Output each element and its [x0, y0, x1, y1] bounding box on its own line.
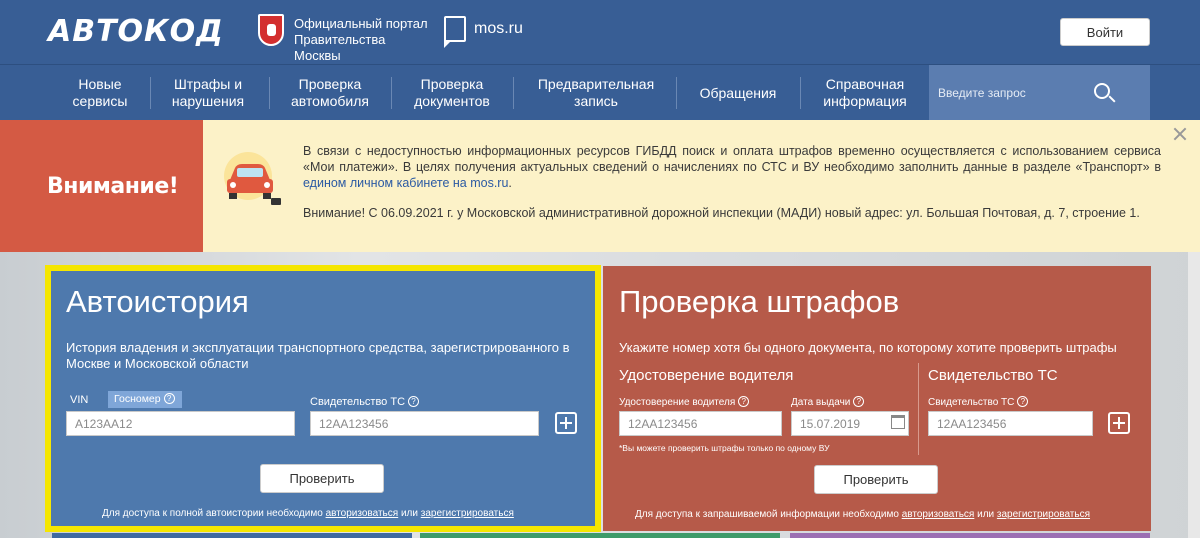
fines-footer-or: или — [977, 509, 995, 520]
license-label-text: Удостоверение водителя — [619, 397, 736, 408]
nav-divider — [676, 77, 677, 109]
page-scrollbar[interactable] — [1188, 252, 1200, 538]
help-icon[interactable]: ? — [1017, 396, 1029, 407]
nav-fines[interactable]: Штрафы и нарушения — [160, 75, 256, 111]
nav-document-check[interactable]: Проверка документов — [402, 75, 502, 111]
autohistory-description: История владения и эксплуатации транспор… — [66, 340, 570, 371]
date-label: Дата выдачи? — [791, 396, 865, 408]
help-icon[interactable]: ? — [853, 396, 865, 407]
nav-divider — [513, 77, 514, 109]
nav-divider — [391, 77, 392, 109]
add-document-button[interactable] — [1108, 412, 1130, 434]
nav-appointment[interactable]: Предварительная запись — [526, 75, 666, 111]
help-icon[interactable]: ? — [738, 396, 750, 407]
help-icon[interactable]: ? — [163, 393, 175, 404]
autokod-logo[interactable]: АВТОКОД — [48, 14, 224, 49]
nav-divider — [269, 77, 270, 109]
bottom-card-edge — [420, 533, 780, 538]
nav-reference[interactable]: Справочная информация — [812, 75, 918, 111]
alert-paragraph-2: Внимание! С 06.09.2021 г. у Московской а… — [303, 206, 1140, 220]
sts-input[interactable] — [310, 411, 539, 436]
alert-title: Внимание! — [47, 174, 179, 199]
autohistory-footer: Для доступа к полной автоистории необход… — [102, 508, 514, 519]
fines-sts-label-text: Свидетельство ТС — [928, 397, 1015, 408]
register-link[interactable]: зарегистрироваться — [997, 509, 1090, 520]
nav-car-check[interactable]: Проверка автомобиля — [280, 75, 380, 111]
alert-paragraph-1-text: В связи с недоступностью информационных … — [303, 144, 1161, 174]
add-document-button[interactable] — [555, 412, 577, 434]
help-icon[interactable]: ? — [408, 396, 420, 407]
tab-vin[interactable]: VIN — [70, 394, 88, 406]
portal-caption[interactable]: Официальный портал Правительства Москвы — [294, 16, 434, 64]
search-icon[interactable] — [1094, 83, 1110, 99]
sts-label-text: Свидетельство ТС — [310, 396, 406, 408]
license-input[interactable] — [619, 411, 782, 436]
nav-divider — [150, 77, 151, 109]
section-divider — [918, 363, 919, 455]
autohistory-footer-or: или — [400, 508, 418, 519]
alert-paragraph-1-end: . — [508, 176, 512, 190]
sts-label: Свидетельство ТС? — [310, 396, 420, 408]
login-link[interactable]: авторизоваться — [902, 509, 975, 520]
broken-car-icon — [224, 152, 281, 205]
fines-description: Укажите номер хотя бы одного документа, … — [619, 340, 1117, 355]
license-label: Удостоверение водителя? — [619, 396, 750, 408]
sts-heading: Свидетельство ТС — [928, 367, 1058, 384]
nav-new-services[interactable]: Новые сервисы — [60, 75, 140, 111]
tab-gosnomer[interactable]: Госномер? — [108, 391, 182, 408]
fines-sts-input[interactable] — [928, 411, 1093, 436]
search-box — [929, 65, 1150, 121]
mos-chat-icon[interactable] — [444, 16, 466, 48]
main-navigation: Новые сервисы Штрафы и нарушения Проверк… — [0, 64, 1200, 121]
bottom-card-edge — [790, 533, 1150, 538]
autohistory-check-button[interactable]: Проверить — [260, 464, 384, 493]
login-button[interactable]: Войти — [1060, 18, 1150, 46]
search-input[interactable] — [929, 65, 1099, 121]
login-link[interactable]: авторизоваться — [326, 508, 399, 519]
tab-gosnomer-label: Госномер — [114, 393, 161, 405]
fines-sts-label: Свидетельство ТС? — [928, 396, 1029, 408]
gosnomer-input[interactable] — [66, 411, 295, 436]
mos-account-link[interactable]: едином личном кабинете на mos.ru — [303, 176, 508, 190]
calendar-icon[interactable] — [891, 415, 905, 429]
nav-appeals[interactable]: Обращения — [688, 75, 788, 111]
bottom-card-edge — [52, 533, 412, 538]
license-heading: Удостоверение водителя — [619, 367, 794, 384]
fines-title: Проверка штрафов — [619, 284, 900, 319]
alert-paragraph-1: В связи с недоступностью информационных … — [303, 143, 1161, 191]
close-icon[interactable] — [1172, 126, 1188, 142]
fines-check-button[interactable]: Проверить — [814, 465, 938, 494]
license-note: *Вы можете проверить штрафы только по од… — [619, 443, 830, 453]
fines-footer: Для доступа к запрашиваемой информации н… — [635, 509, 1090, 520]
autohistory-footer-text: Для доступа к полной автоистории необход… — [102, 508, 323, 519]
date-label-text: Дата выдачи — [791, 397, 851, 408]
autohistory-title: Автоистория — [66, 284, 249, 319]
mos-ru-link[interactable]: mos.ru — [474, 20, 523, 38]
alert-text: В связи с недоступностью информационных … — [303, 143, 1161, 235]
moscow-coat-of-arms-icon — [258, 14, 284, 46]
nav-divider — [800, 77, 801, 109]
fines-footer-text: Для доступа к запрашиваемой информации н… — [635, 509, 899, 520]
register-link[interactable]: зарегистрироваться — [421, 508, 514, 519]
